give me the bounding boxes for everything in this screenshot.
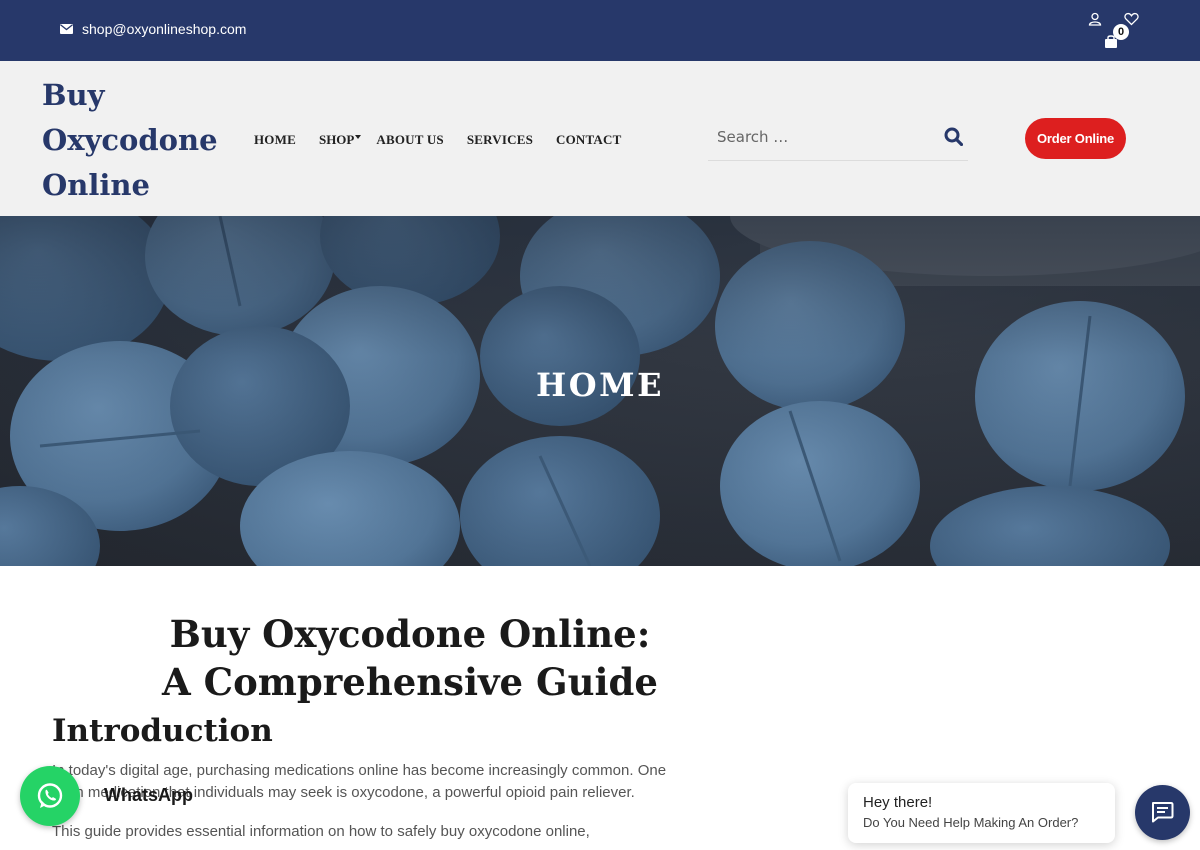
- main-nav: HOME SHOP ABOUT US SERVICES CONTACT: [254, 132, 644, 148]
- nav-about-us[interactable]: ABOUT US: [376, 132, 443, 148]
- user-icon[interactable]: [1088, 12, 1102, 26]
- chat-greeting: Hey there!: [863, 794, 933, 811]
- hero-title: HOME: [536, 366, 664, 404]
- site-logo[interactable]: Buy Oxycodone Online: [42, 73, 242, 208]
- site-header: Buy Oxycodone Online HOME SHOP ABOUT US …: [0, 61, 1200, 216]
- contact-email[interactable]: shop@oxyonlineshop.com: [60, 21, 246, 37]
- envelope-icon: [60, 24, 73, 34]
- logo-line: Oxycodone: [42, 123, 218, 157]
- nav-contact[interactable]: CONTACT: [556, 132, 621, 148]
- cart-count-badge: 0: [1113, 24, 1129, 40]
- top-bar: shop@oxyonlineshop.com 0: [0, 0, 1200, 61]
- search-input[interactable]: [717, 125, 917, 149]
- contact-email-text: shop@oxyonlineshop.com: [82, 21, 247, 37]
- nav-services[interactable]: SERVICES: [467, 132, 533, 148]
- whatsapp-label[interactable]: WhatsApp: [104, 785, 193, 806]
- heart-icon[interactable]: [1124, 12, 1139, 26]
- chat-greeting-bubble[interactable]: Hey there! Do You Need Help Making An Or…: [848, 783, 1115, 843]
- order-online-button[interactable]: Order Online: [1025, 118, 1126, 159]
- search-icon[interactable]: [944, 127, 963, 146]
- search-box: [708, 117, 968, 161]
- page-title-line: Buy Oxycodone Online:: [169, 612, 651, 656]
- logo-line: Buy: [42, 78, 105, 112]
- nav-shop[interactable]: SHOP: [318, 132, 362, 148]
- page-title: Buy Oxycodone Online: A Comprehensive Gu…: [52, 610, 768, 706]
- account-icons: 0: [1088, 10, 1148, 54]
- logo-line: Online: [42, 168, 150, 202]
- whatsapp-icon: [37, 783, 63, 808]
- caret-down-icon: [355, 135, 362, 139]
- whatsapp-button[interactable]: [20, 766, 80, 826]
- page-title-line: A Comprehensive Guide: [162, 660, 658, 704]
- nav-home[interactable]: HOME: [254, 132, 296, 148]
- chat-icon: [1152, 802, 1174, 823]
- paragraph: This guide provides essential informatio…: [52, 823, 590, 840]
- chat-message: Do You Need Help Making An Order?: [863, 815, 1079, 830]
- chat-button[interactable]: [1135, 785, 1190, 840]
- hero-banner: HOME: [0, 216, 1200, 566]
- nav-shop-label: SHOP: [318, 132, 355, 147]
- section-heading-introduction: Introduction: [52, 713, 273, 749]
